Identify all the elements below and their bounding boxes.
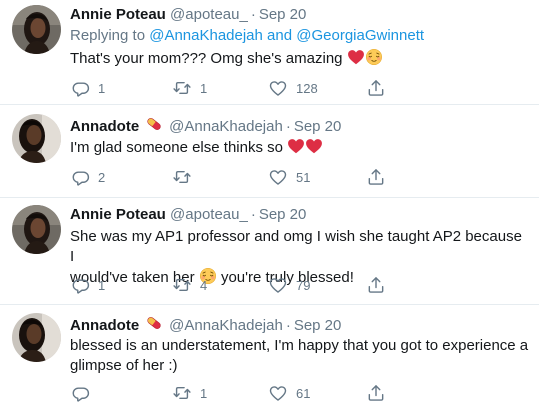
tweet-2[interactable]: Annadote @AnnaKhadejah · Sep 20 I'm glad so…	[0, 105, 539, 195]
red-heart-emoji	[287, 137, 305, 155]
mention-link[interactable]: @AnnaKhadejah	[149, 27, 263, 44]
pill-emoji	[145, 115, 163, 133]
like-count: 51	[296, 169, 311, 185]
user-handle[interactable]: @AnnaKhadejah	[169, 118, 283, 135]
reply-icon	[70, 167, 90, 187]
retweet-count: 4	[200, 277, 208, 293]
avatar-photo	[12, 5, 61, 54]
display-name[interactable]: Annie Poteau	[70, 6, 166, 23]
pill-emoji	[145, 314, 163, 332]
tweet-date[interactable]: Sep 20	[259, 206, 307, 223]
reply-icon	[70, 78, 90, 98]
retweet-icon	[172, 167, 192, 187]
retweet-count: 1	[200, 80, 208, 96]
heart-icon	[268, 275, 288, 295]
reply-button[interactable]	[70, 381, 98, 405]
tweet-date[interactable]: Sep 20	[294, 317, 342, 334]
reply-button[interactable]: 1	[70, 273, 105, 297]
like-count: 79	[296, 277, 311, 293]
retweet-button[interactable]: 1	[172, 381, 207, 405]
avatar-photo	[12, 114, 61, 163]
display-name[interactable]: Annie Poteau	[70, 206, 166, 223]
tweet-date[interactable]: Sep 20	[259, 6, 307, 23]
reply-icon	[70, 275, 90, 295]
like-button[interactable]: 61	[268, 381, 310, 405]
reply-context: Replying to @AnnaKhadejah and @GeorgiaGw…	[70, 26, 529, 46]
reply-count: 1	[98, 277, 106, 293]
like-button[interactable]: 79	[268, 273, 310, 297]
tweet-text: That's your mom??? Omg she's amazing	[70, 48, 529, 69]
separator: ·	[285, 317, 291, 334]
share-button[interactable]	[366, 76, 386, 100]
retweet-icon	[172, 78, 192, 98]
like-count: 61	[296, 385, 311, 401]
share-icon	[366, 167, 386, 187]
share-icon	[366, 383, 386, 403]
tweet-text-body: I'm glad someone else thinks so	[70, 139, 283, 156]
avatar[interactable]	[12, 205, 61, 254]
reply-prefix: Replying to	[70, 27, 146, 44]
share-icon	[366, 78, 386, 98]
retweet-icon	[172, 383, 192, 403]
avatar-photo	[12, 205, 61, 254]
tweet-1[interactable]: Annie Poteau @apoteau_ · Sep 20 Replying t…	[0, 0, 539, 102]
heart-icon	[268, 167, 288, 187]
retweet-count: 1	[200, 385, 208, 401]
heart-icon	[268, 78, 288, 98]
avatar[interactable]	[12, 5, 61, 54]
share-button[interactable]	[366, 273, 386, 297]
reply-icon	[70, 383, 90, 403]
separator: ·	[285, 118, 291, 135]
like-count: 128	[296, 80, 318, 96]
reply-count: 1	[98, 80, 106, 96]
tweet-text-line-1: She was my AP1 professor and omg I wish …	[70, 228, 522, 265]
user-handle[interactable]: @apoteau_	[170, 206, 248, 223]
avatar[interactable]	[12, 313, 61, 362]
mention-link[interactable]: @GeorgiaGwinnett	[296, 27, 424, 44]
retweet-button[interactable]: 1	[172, 76, 207, 100]
relieved-face-emoji	[365, 48, 383, 66]
avatar-photo	[12, 313, 61, 362]
retweet-button[interactable]	[172, 165, 200, 189]
retweet-icon	[172, 275, 192, 295]
separator: ·	[250, 206, 256, 223]
tweet-text: blessed is an understatement, I'm happy …	[70, 336, 529, 376]
heart-icon	[268, 383, 288, 403]
reply-button[interactable]: 1	[70, 76, 105, 100]
reply-count: 2	[98, 169, 106, 185]
like-button[interactable]: 128	[268, 76, 318, 100]
share-icon	[366, 275, 386, 295]
like-button[interactable]: 51	[268, 165, 310, 189]
tweet-text-body: That's your mom??? Omg she's amazing	[70, 50, 343, 67]
tweet-3[interactable]: Annie Poteau @apoteau_ · Sep 20 She was my…	[0, 198, 539, 303]
reply-and: and	[267, 27, 293, 44]
retweet-button[interactable]: 4	[172, 273, 207, 297]
share-button[interactable]	[366, 165, 386, 189]
tweet-text: I'm glad someone else thinks so	[70, 137, 529, 158]
tweet-date[interactable]: Sep 20	[294, 118, 342, 135]
separator: ·	[250, 6, 256, 23]
tweet-4[interactable]: Annadote @AnnaKhadejah · Sep 20 blessed is …	[0, 305, 539, 408]
avatar[interactable]	[12, 114, 61, 163]
user-handle[interactable]: @AnnaKhadejah	[169, 317, 283, 334]
share-button[interactable]	[366, 381, 386, 405]
tweet-text-line-2: glimpse of her :)	[70, 357, 178, 374]
user-handle[interactable]: @apoteau_	[170, 6, 248, 23]
display-name[interactable]: Annadote	[70, 118, 139, 135]
display-name[interactable]: Annadote	[70, 317, 139, 334]
red-heart-emoji	[347, 48, 365, 66]
red-heart-emoji	[305, 137, 323, 155]
tweet-text-line-1: blessed is an understatement, I'm happy …	[70, 337, 529, 354]
reply-button[interactable]: 2	[70, 165, 105, 189]
